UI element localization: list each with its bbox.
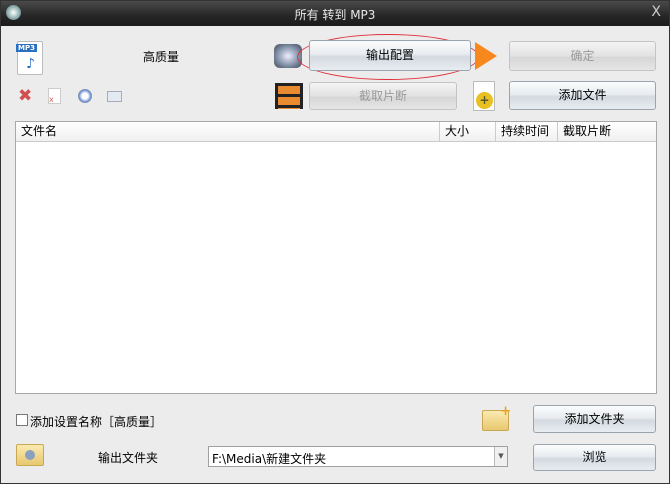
output-path-value[interactable]: F:\Media\新建文件夹 bbox=[212, 450, 326, 467]
output-path-combobox[interactable]: F:\Media\新建文件夹 ▼ bbox=[208, 446, 508, 467]
column-header-duration[interactable]: 持续时间 bbox=[496, 122, 558, 141]
table-header: 文件名 大小 持续时间 截取片断 bbox=[16, 122, 656, 142]
window-title: 所有 转到 MP3 bbox=[294, 8, 376, 22]
output-config-button[interactable]: 输出配置 bbox=[309, 40, 471, 71]
title-bar: 所有 转到 MP3 X bbox=[1, 1, 669, 26]
film-scissors-icon[interactable] bbox=[275, 83, 303, 109]
convert-dialog: 所有 转到 MP3 X MP3 ♪ 高质量 输出配置 确定 ✖ x 截取片断 +… bbox=[0, 0, 670, 484]
output-folder-label: 输出文件夹 bbox=[98, 451, 159, 465]
file-list-table[interactable]: 文件名 大小 持续时间 截取片断 bbox=[15, 121, 657, 394]
confirm-button[interactable]: 确定 bbox=[509, 41, 656, 71]
remove-file-icon[interactable]: x bbox=[48, 88, 61, 104]
delete-icon[interactable]: ✖ bbox=[18, 86, 32, 106]
settings-gear-icon[interactable] bbox=[274, 44, 302, 68]
column-header-filename[interactable]: 文件名 bbox=[16, 122, 440, 141]
quality-label: 高质量 bbox=[143, 50, 180, 64]
arrow-right-icon bbox=[475, 42, 497, 70]
add-folder-button[interactable]: 添加文件夹 bbox=[533, 405, 656, 433]
mp3-file-icon: MP3 ♪ bbox=[16, 41, 43, 75]
close-button[interactable]: X bbox=[651, 4, 661, 20]
info-icon[interactable] bbox=[107, 91, 122, 102]
add-name-checkbox[interactable] bbox=[16, 414, 28, 426]
browse-button[interactable]: 浏览 bbox=[533, 444, 656, 471]
column-header-size[interactable]: 大小 bbox=[440, 122, 496, 141]
add-file-icon[interactable]: + bbox=[473, 81, 495, 111]
chevron-down-icon[interactable]: ▼ bbox=[494, 447, 507, 466]
play-icon[interactable] bbox=[78, 89, 92, 103]
add-file-button[interactable]: 添加文件 bbox=[509, 81, 656, 110]
output-folder-icon bbox=[16, 444, 44, 466]
add-name-label: 添加设置名称［高质量］ bbox=[30, 415, 163, 429]
clip-button[interactable]: 截取片断 bbox=[309, 82, 457, 110]
column-header-clip[interactable]: 截取片断 bbox=[558, 122, 656, 141]
add-folder-icon[interactable]: + bbox=[482, 404, 511, 431]
